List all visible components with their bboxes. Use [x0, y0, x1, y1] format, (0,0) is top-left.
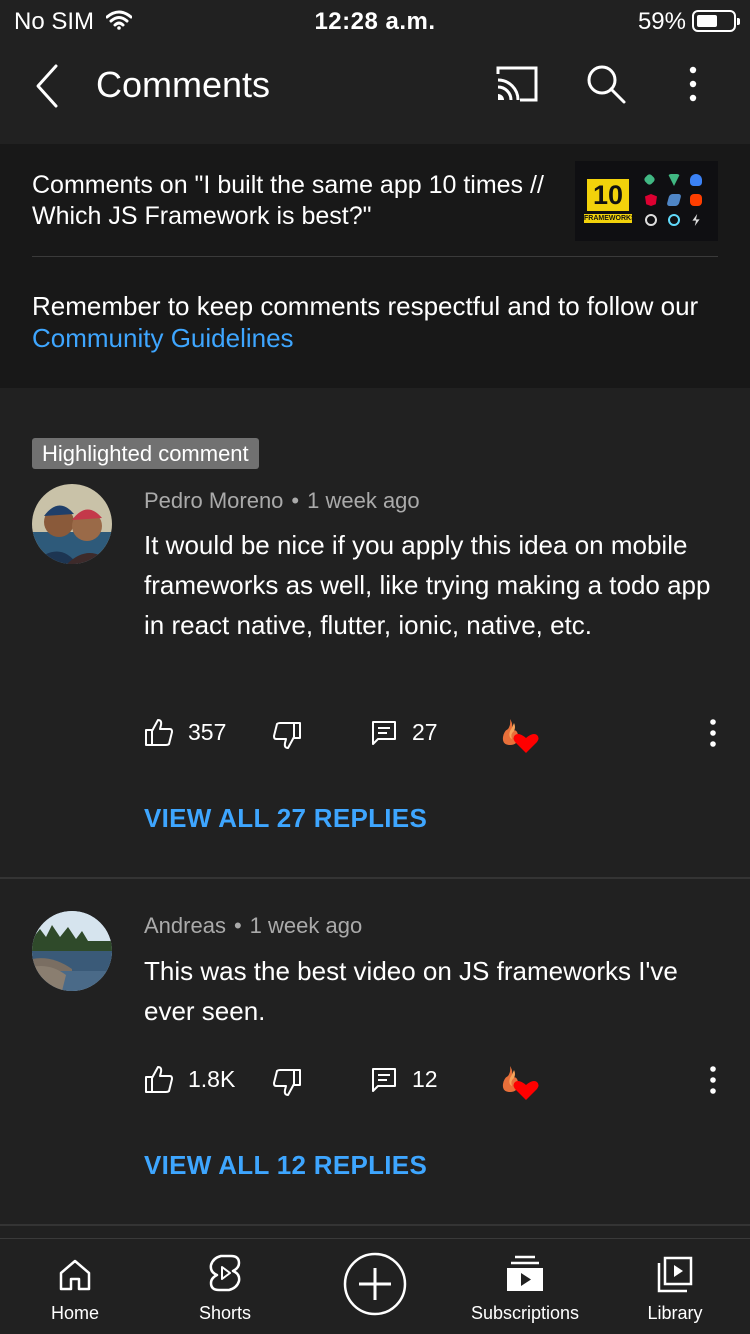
like-count: 1.8K	[188, 1066, 236, 1092]
subscriptions-icon	[507, 1255, 543, 1291]
comment-time: 1 week ago	[307, 488, 420, 513]
nav-library[interactable]: Library	[600, 1239, 750, 1334]
creator-heart-icon	[502, 1066, 539, 1100]
comment-actions: 357 27	[0, 715, 750, 755]
comment-text: This was the best video on JS frameworks…	[144, 956, 678, 1026]
comment-author[interactable]: Andreas	[144, 913, 226, 938]
comment-time: 1 week ago	[249, 913, 363, 938]
comment-more-icon[interactable]	[702, 717, 724, 749]
framework-logo	[645, 194, 657, 206]
back-arrow-icon[interactable]	[28, 62, 70, 110]
nav-subscriptions[interactable]: Subscriptions	[450, 1239, 600, 1334]
battery-icon	[692, 10, 740, 32]
dislike-icon[interactable]	[272, 1068, 302, 1098]
view-replies-button[interactable]: VIEW ALL 12 REPLIES	[144, 1150, 427, 1181]
view-replies-button[interactable]: VIEW ALL 27 REPLIES	[144, 803, 427, 834]
avatar-image	[32, 484, 112, 564]
nav-home[interactable]: Home	[0, 1239, 150, 1334]
avatar-image	[32, 911, 112, 991]
page-title: Comments	[96, 64, 271, 105]
create-icon	[343, 1252, 407, 1316]
comment-divider	[0, 877, 750, 879]
battery-fill	[697, 15, 718, 27]
dislike-icon[interactable]	[272, 721, 302, 751]
cast-icon[interactable]	[494, 64, 540, 104]
video-thumbnail[interactable]: 10 FRAMEWORKS	[575, 161, 718, 241]
framework-logo	[692, 214, 700, 226]
comment-more-icon[interactable]	[702, 1064, 724, 1096]
nav-label: Home	[50, 1303, 99, 1323]
reply-count: 12	[412, 1066, 438, 1092]
nav-create[interactable]	[300, 1239, 450, 1334]
framework-logo	[668, 214, 680, 226]
nav-label: Library	[647, 1303, 703, 1323]
thumbnail-number: 10	[587, 179, 629, 211]
status-bar: No SIM 12:28 a.m. 59%	[0, 0, 750, 42]
app-bar: Comments	[0, 42, 750, 144]
framework-logo	[690, 174, 702, 186]
search-icon[interactable]	[584, 62, 628, 106]
guideline-text: Remember to keep comments respectful and…	[32, 291, 699, 321]
like-count: 357	[188, 719, 227, 745]
home-icon	[59, 1259, 91, 1291]
like-icon[interactable]	[144, 1064, 174, 1094]
nav-shorts[interactable]: Shorts	[150, 1239, 300, 1334]
video-title: Comments on "I built the same app 10 tim…	[32, 171, 544, 230]
comment-meta: Pedro Moreno • 1 week ago	[144, 488, 420, 514]
meta-separator: •	[291, 488, 300, 513]
nav-label: Shorts	[198, 1303, 252, 1323]
framework-logo	[666, 194, 682, 206]
avatar[interactable]	[32, 911, 112, 991]
more-options-icon[interactable]	[680, 62, 706, 106]
bottom-navigation: Home Shorts Subscriptions Library	[0, 1238, 750, 1334]
framework-logo	[668, 174, 680, 186]
comment-divider	[0, 1224, 750, 1226]
reply-icon[interactable]	[370, 1066, 398, 1094]
highlighted-comment-badge: Highlighted comment	[32, 438, 259, 469]
framework-logo	[690, 194, 702, 206]
creator-heart-icon	[502, 719, 539, 753]
like-icon[interactable]	[144, 717, 174, 747]
header-divider	[32, 256, 718, 257]
comment-meta: Andreas • 1 week ago	[144, 913, 362, 939]
comment-author[interactable]: Pedro Moreno	[144, 488, 283, 513]
community-guidelines-notice: Remember to keep comments respectful and…	[32, 290, 722, 354]
comment-text: It would be nice if you apply this idea …	[144, 530, 711, 640]
thumbnail-caption: FRAMEWORKS	[584, 214, 636, 223]
nav-label: Subscriptions	[470, 1303, 580, 1323]
avatar[interactable]	[32, 484, 112, 564]
community-guidelines-link[interactable]: Community Guidelines	[32, 323, 294, 353]
framework-logo	[643, 173, 656, 186]
reply-count: 27	[412, 719, 438, 745]
meta-separator: •	[233, 913, 242, 938]
library-icon	[657, 1256, 693, 1293]
reply-icon[interactable]	[370, 719, 398, 747]
comments-header: Comments on "I built the same app 10 tim…	[0, 144, 750, 388]
comment-actions: 1.8K 12	[0, 1062, 750, 1102]
framework-logo	[645, 214, 657, 226]
shorts-icon	[209, 1254, 241, 1292]
battery-percent: 59%	[637, 8, 686, 35]
